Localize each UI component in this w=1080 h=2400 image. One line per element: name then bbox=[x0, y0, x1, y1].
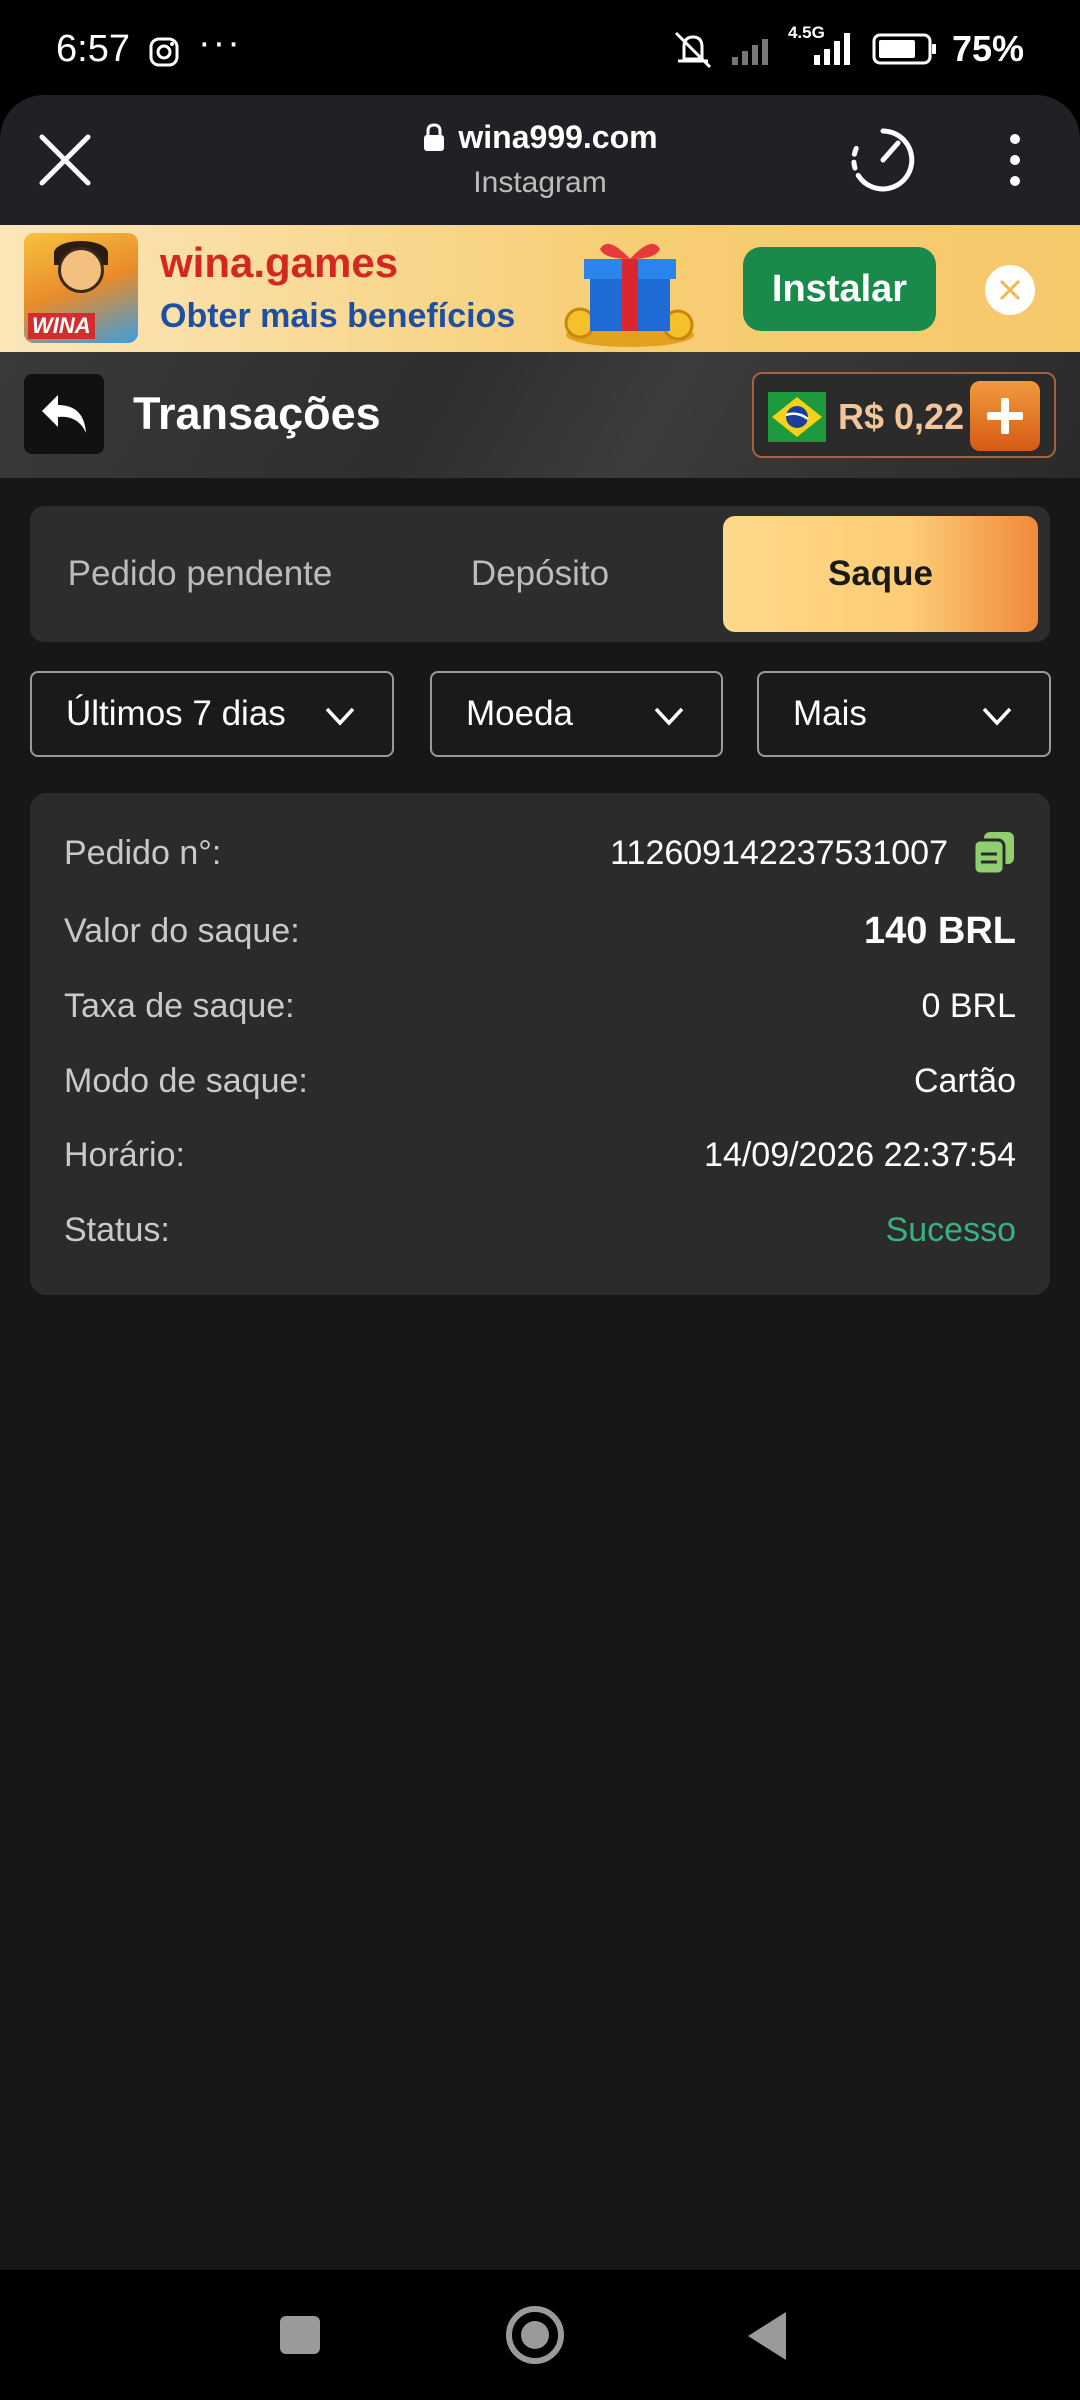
signal-bars-icon bbox=[813, 33, 850, 65]
withdrawal-amount-value: 140 BRL bbox=[863, 909, 1016, 952]
order-number-row: Pedido n°: 112609142237531007 bbox=[64, 823, 1016, 883]
back-button[interactable] bbox=[24, 374, 104, 454]
url-source: Instagram bbox=[473, 165, 607, 199]
gift-icon bbox=[564, 243, 694, 347]
banner-title: wina.games bbox=[160, 239, 399, 286]
plus-icon bbox=[987, 398, 1023, 434]
copy-icon[interactable] bbox=[972, 830, 1016, 876]
tab-deposit[interactable]: Depósito bbox=[370, 516, 710, 632]
withdrawal-mode-row: Modo de saque: Cartão bbox=[64, 1051, 1016, 1111]
withdrawal-amount-label: Valor do saque: bbox=[64, 911, 300, 950]
browser-toolbar: wina999.com Instagram bbox=[0, 95, 1080, 225]
page-title: Transações bbox=[133, 388, 381, 439]
banner-close-button[interactable] bbox=[985, 265, 1035, 315]
chevron-down-icon bbox=[654, 707, 684, 726]
signal-icon bbox=[731, 39, 768, 65]
status-icons: 4.5G 75% bbox=[670, 23, 1024, 70]
network-signal: 4.5G bbox=[788, 23, 858, 69]
withdrawal-mode-label: Modo de saque: bbox=[64, 1061, 308, 1100]
status-badge: Sucesso bbox=[885, 1210, 1016, 1249]
currency-label: Moeda bbox=[466, 694, 574, 733]
balance-widget[interactable]: R$ 0,22 bbox=[752, 372, 1056, 458]
install-banner: WINA wina.games Obter mais benefícios In… bbox=[0, 225, 1080, 352]
withdrawal-fee-value: 0 BRL bbox=[921, 986, 1017, 1025]
battery-icon bbox=[872, 33, 936, 65]
filter-row: Últimos 7 dias Moeda Mais bbox=[0, 671, 1080, 759]
home-button[interactable] bbox=[506, 2306, 564, 2364]
lock-icon bbox=[424, 122, 445, 151]
banner-subtitle: Obter mais benefícios bbox=[160, 297, 516, 335]
app-header: Transações R$ 0,22 bbox=[0, 352, 1080, 478]
url-text: wina999.com bbox=[458, 119, 658, 155]
time-value: 14/09/2026 22:37:54 bbox=[704, 1135, 1016, 1174]
withdrawal-amount-row: Valor do saque: 140 BRL bbox=[64, 901, 1016, 961]
address-bar[interactable]: wina999.com Instagram bbox=[0, 119, 1080, 200]
deposit-plus-button[interactable] bbox=[970, 381, 1040, 451]
tab-bar: Pedido pendente Depósito Saque bbox=[30, 506, 1050, 642]
date-range-label: Últimos 7 dias bbox=[66, 694, 286, 733]
brazil-flag-icon bbox=[768, 392, 826, 442]
install-button[interactable]: Instalar bbox=[743, 247, 936, 331]
instagram-icon bbox=[149, 37, 179, 67]
more-dropdown[interactable]: Mais bbox=[757, 671, 1051, 757]
back-arrow-icon bbox=[42, 395, 86, 433]
mute-icon bbox=[674, 31, 711, 69]
status-row: Status: Sucesso bbox=[64, 1200, 1016, 1260]
chevron-down-icon bbox=[982, 707, 1012, 726]
battery-percent: 75% bbox=[951, 28, 1024, 69]
speed-icon[interactable] bbox=[848, 125, 918, 195]
balance-amount: R$ 0,22 bbox=[838, 396, 965, 437]
recents-button[interactable] bbox=[280, 2316, 320, 2354]
clock: 6:57 bbox=[56, 28, 130, 70]
time-label: Horário: bbox=[64, 1135, 185, 1174]
order-number-value: 112609142237531007 bbox=[610, 833, 948, 872]
order-number-label: Pedido n°: bbox=[64, 833, 222, 872]
more-dots-icon: ··· bbox=[198, 22, 242, 64]
main-content: Pedido pendente Depósito Saque Últimos 7… bbox=[0, 478, 1080, 2270]
tab-withdrawal[interactable]: Saque bbox=[723, 516, 1038, 632]
more-label: Mais bbox=[793, 694, 867, 733]
withdrawal-fee-label: Taxa de saque: bbox=[64, 986, 295, 1025]
app-logo-text: WINA bbox=[28, 313, 95, 339]
time-row: Horário: 14/09/2026 22:37:54 bbox=[64, 1125, 1016, 1185]
chevron-down-icon bbox=[325, 707, 355, 726]
close-icon bbox=[999, 279, 1021, 301]
currency-dropdown[interactable]: Moeda bbox=[430, 671, 723, 757]
kebab-menu-icon[interactable] bbox=[1000, 133, 1030, 187]
status-label: Status: bbox=[64, 1210, 170, 1249]
back-nav-button[interactable] bbox=[748, 2312, 786, 2360]
withdrawal-mode-value: Cartão bbox=[913, 1061, 1016, 1100]
tab-pending-order[interactable]: Pedido pendente bbox=[30, 516, 370, 632]
transaction-card: Pedido n°: 112609142237531007 Valor do s… bbox=[30, 793, 1050, 1295]
withdrawal-fee-row: Taxa de saque: 0 BRL bbox=[64, 976, 1016, 1036]
app-logo: WINA bbox=[24, 233, 138, 343]
date-range-dropdown[interactable]: Últimos 7 dias bbox=[30, 671, 394, 757]
system-nav-bar bbox=[0, 2270, 1080, 2400]
status-bar: 6:57 ··· 4.5G 75% bbox=[0, 0, 1080, 95]
